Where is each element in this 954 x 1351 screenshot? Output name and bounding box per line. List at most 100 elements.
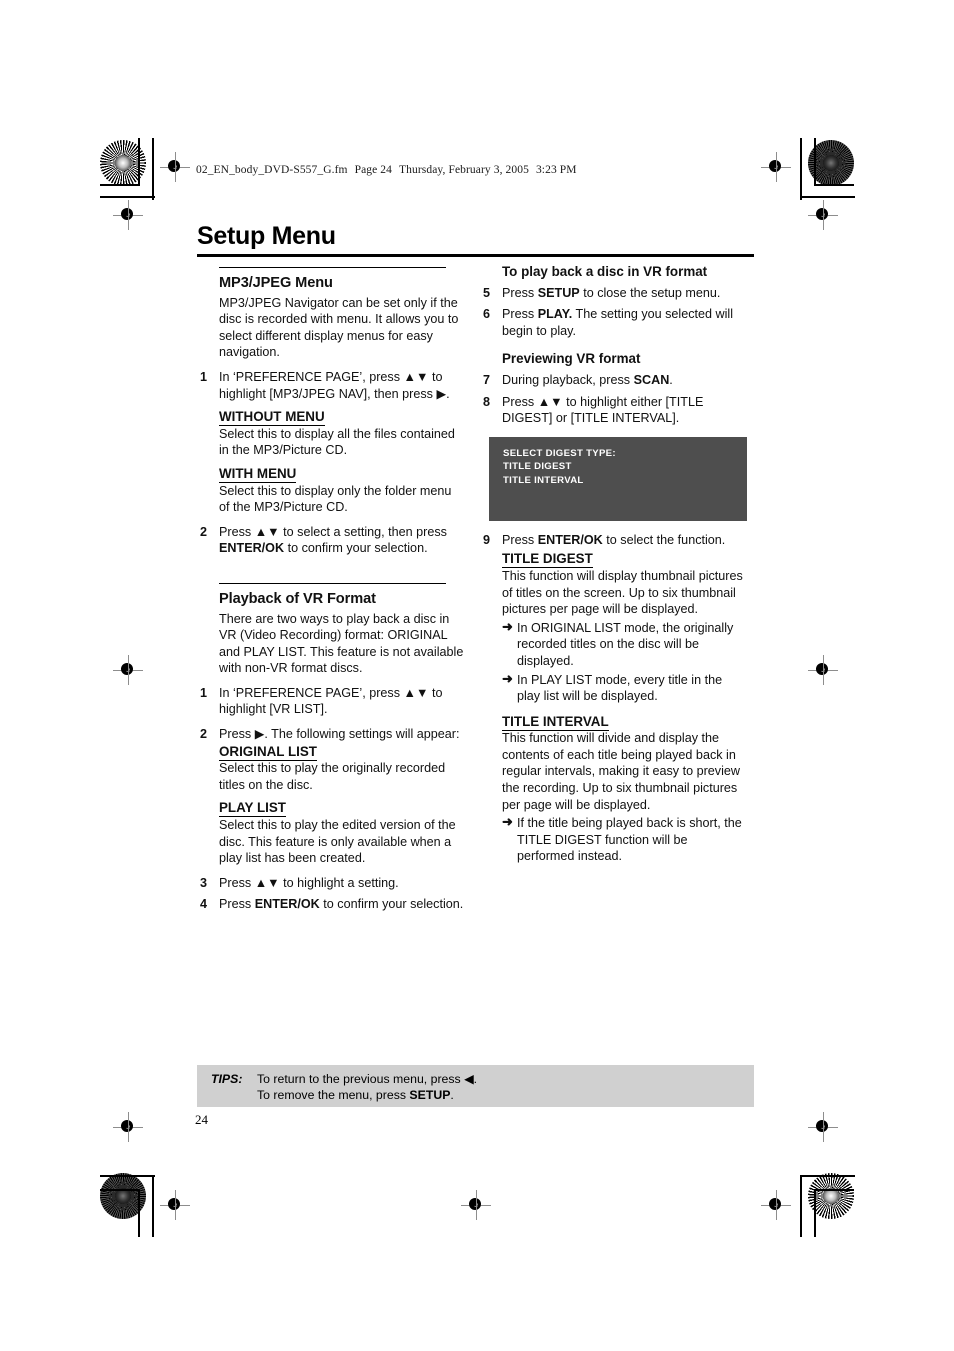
step-vr-3: 3 Press ▲▼ to highlight a setting. bbox=[200, 875, 465, 892]
file-info-filename: 02_EN_body_DVD-S557_G.fm bbox=[196, 164, 348, 176]
registration-mark-top-left bbox=[160, 152, 190, 182]
file-info-page: Page 24 bbox=[354, 164, 393, 176]
option-title-title-digest: TITLE DIGEST bbox=[502, 551, 748, 569]
up-down-arrows-icon: ▲▼ bbox=[403, 369, 429, 384]
section-divider-vr-playback bbox=[219, 582, 446, 584]
step-text: In ‘PREFERENCE PAGE’, press bbox=[219, 685, 404, 700]
crop-line-top-right-v2 bbox=[814, 138, 816, 186]
step-number: 7 bbox=[483, 372, 491, 387]
step-number: 1 bbox=[200, 369, 208, 384]
arrow-bullet-icon: ➜ bbox=[502, 618, 513, 634]
step-7: 7 During playback, press SCAN. bbox=[483, 372, 748, 389]
step-number: 4 bbox=[200, 897, 208, 912]
option-title-with-menu: WITH MENU bbox=[219, 465, 465, 483]
registration-mark-middle-left bbox=[113, 655, 143, 685]
registration-mark-top-left-lower bbox=[113, 200, 143, 230]
key-enter-ok: ENTER/OK bbox=[537, 532, 603, 547]
step-number: 6 bbox=[483, 307, 491, 322]
page-title: Setup Menu bbox=[197, 222, 336, 250]
step-6: 6 Press PLAY. The setting you selected wi… bbox=[483, 306, 748, 339]
step-mp3-2: 2 Press ▲▼ to select a setting, then pres… bbox=[200, 524, 465, 557]
step-text: Press bbox=[502, 532, 538, 547]
step-mp3-1: 1 In ‘PREFERENCE PAGE’, press ▲▼ to highl… bbox=[200, 369, 465, 402]
crop-line-bottom-right-v2 bbox=[814, 1189, 816, 1237]
step-text: During playback, press bbox=[502, 372, 634, 387]
crop-line-top-left-v2 bbox=[138, 138, 140, 186]
key-scan: SCAN bbox=[633, 372, 670, 387]
file-info-date: Thursday, February 3, 2005 bbox=[399, 164, 529, 176]
crop-line-top-right-h bbox=[800, 196, 855, 198]
section-heading-mp3jpeg: MP3/JPEG Menu bbox=[219, 275, 333, 291]
crop-line-top-left-h bbox=[100, 196, 155, 198]
page-number: 24 bbox=[195, 1112, 208, 1127]
step-text-2: to confirm your selection. bbox=[319, 897, 464, 912]
step-text: Press bbox=[502, 285, 538, 300]
step-number: 2 bbox=[200, 727, 208, 742]
option-title-without-menu: WITHOUT MENU bbox=[219, 409, 465, 427]
crop-line-top-right-v bbox=[800, 138, 802, 200]
file-info-header: 02_EN_body_DVD-S557_G.fm Page 24 Thursday,… bbox=[196, 164, 584, 176]
step-text-3: to confirm your selection. bbox=[284, 541, 428, 556]
registration-mark-top-right-lower bbox=[808, 200, 838, 230]
step-text: Press bbox=[219, 727, 255, 742]
step-text-2: to close the setup menu. bbox=[579, 285, 721, 300]
crop-line-bottom-left-h2 bbox=[100, 1189, 140, 1191]
step-5: 5 Press SETUP to close the setup menu. bbox=[483, 285, 748, 302]
arrow-bullet-icon: ➜ bbox=[502, 670, 513, 686]
osd-screen-select-digest-type: SELECT DIGEST TYPE: TITLE DIGEST TITLE I… bbox=[489, 436, 747, 521]
title-digest-note-1: ➜ In ORIGINAL LIST mode, the originally r… bbox=[502, 618, 748, 670]
right-triangle-icon: ▶ bbox=[254, 727, 265, 742]
step-text-2: to select the function. bbox=[602, 532, 726, 547]
tips-line-1-text: To return to the previous menu, press bbox=[257, 1072, 465, 1086]
key-enter-ok: ENTER/OK bbox=[254, 897, 320, 912]
step-text-2: . bbox=[669, 372, 673, 387]
step-text: Press bbox=[502, 307, 538, 322]
step-text-2: to select a setting, then press bbox=[279, 524, 447, 539]
step-text: Press bbox=[502, 394, 538, 409]
key-enter-ok: ENTER/OK bbox=[219, 541, 285, 556]
option-title-original-list: ORIGINAL LIST bbox=[219, 743, 465, 761]
option-title-with-menu-text: WITH MENU bbox=[219, 465, 297, 483]
step-number: 8 bbox=[483, 394, 491, 409]
option-title-title-digest-text: TITLE DIGEST bbox=[502, 551, 593, 569]
arrow-bullet-icon: ➜ bbox=[502, 814, 513, 830]
registration-mark-middle-right bbox=[808, 655, 838, 685]
crop-line-top-left-v bbox=[152, 138, 154, 200]
tips-line-2-text: To remove the menu, press bbox=[257, 1088, 410, 1103]
crop-line-bottom-left-v bbox=[152, 1175, 154, 1237]
registration-mark-bottom-center bbox=[461, 1190, 491, 1220]
option-desc-play-list: Select this to play the edited version o… bbox=[219, 818, 456, 866]
tips-line-2-end: . bbox=[450, 1088, 454, 1103]
tips-line-2: To remove the menu, press SETUP. bbox=[257, 1087, 754, 1103]
step-text-3: . bbox=[446, 386, 450, 401]
crop-line-bottom-right-h2 bbox=[814, 1189, 854, 1191]
up-down-arrows-icon: ▲▼ bbox=[537, 394, 563, 409]
crop-line-bottom-left-h bbox=[100, 1175, 155, 1177]
key-setup: SETUP bbox=[409, 1088, 451, 1103]
step-number: 2 bbox=[200, 524, 208, 539]
option-title-without-menu-text: WITHOUT MENU bbox=[219, 409, 325, 427]
option-desc-original-list: Select this to play the originally recor… bbox=[219, 761, 446, 792]
mp3jpeg-intro: MP3/JPEG Navigator can be set only if th… bbox=[219, 295, 459, 360]
registration-mark-bottom-left-lower bbox=[160, 1190, 190, 1220]
title-rule bbox=[197, 254, 754, 257]
step-text: Press bbox=[219, 875, 255, 890]
registration-mark-bottom-right bbox=[808, 1112, 838, 1142]
step-text-2: . The following settings will appear: bbox=[264, 727, 460, 742]
note-text: In ORIGINAL LIST mode, the originally re… bbox=[517, 620, 734, 668]
title-interval-note-1: ➜ If the title being played back is short… bbox=[502, 814, 748, 865]
option-title-play-list: PLAY LIST bbox=[219, 800, 465, 818]
step-8: 8 Press ▲▼ to highlight either [TITLE DIG… bbox=[483, 394, 748, 427]
step-number: 9 bbox=[483, 532, 491, 547]
step-vr-4: 4 Press ENTER/OK to confirm your selectio… bbox=[200, 896, 465, 913]
file-info-time: 3:23 PM bbox=[535, 164, 577, 176]
up-down-arrows-icon: ▲▼ bbox=[254, 875, 280, 890]
step-text-2: to highlight a setting. bbox=[279, 875, 399, 890]
left-column: MP3/JPEG Menu MP3/JPEG Navigator can be … bbox=[200, 264, 465, 913]
left-triangle-icon: ◀ bbox=[464, 1072, 474, 1086]
option-title-title-interval: TITLE INTERVAL bbox=[502, 713, 748, 731]
step-number: 1 bbox=[200, 685, 208, 700]
key-setup: SETUP bbox=[537, 285, 580, 300]
heading-previewing-vr: Previewing VR format bbox=[502, 351, 641, 367]
option-title-original-list-text: ORIGINAL LIST bbox=[219, 743, 317, 761]
